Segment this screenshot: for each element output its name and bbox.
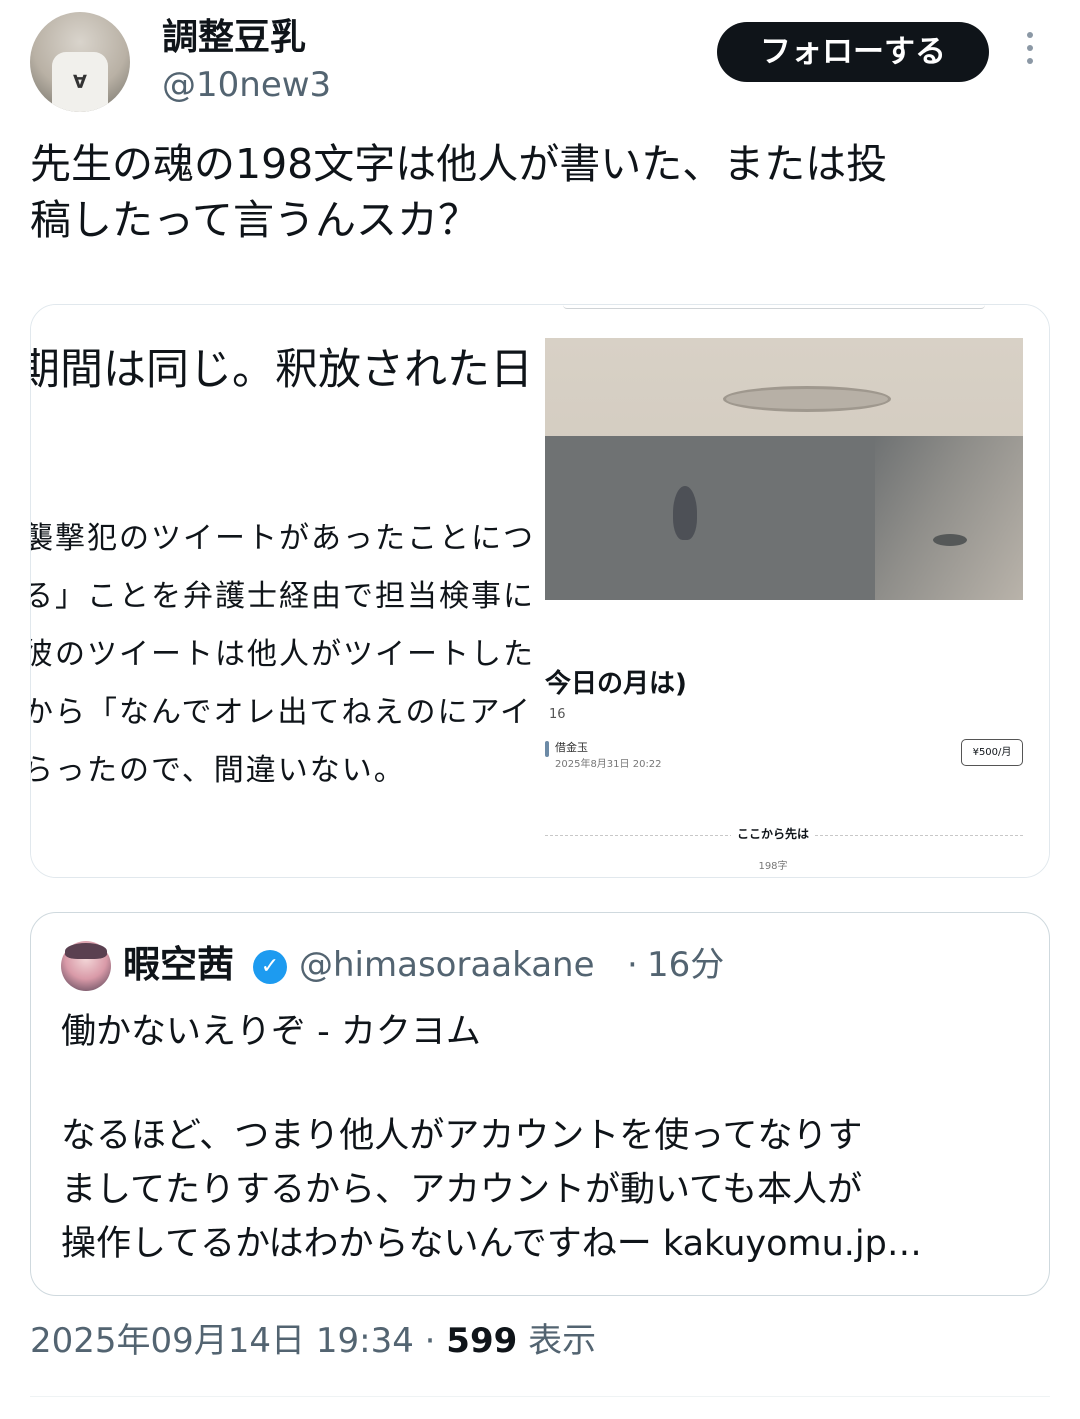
meta-separator: ·: [413, 1321, 447, 1361]
author-handle[interactable]: @10new3: [162, 64, 331, 106]
note-author-name: 借金玉: [555, 741, 588, 754]
bottom-divider: [30, 1396, 1050, 1397]
note-heading: 今日の月は): [545, 669, 687, 699]
article-line: る」ことを弁護士経由で担当検事に: [31, 579, 535, 614]
media-divider: [535, 305, 545, 877]
drain-cover: [933, 534, 967, 546]
note-price-button: ¥500/月: [961, 739, 1023, 766]
note-number: 16: [549, 707, 566, 722]
verified-badge-icon: ✓: [253, 950, 287, 984]
author-avatar[interactable]: ∀: [30, 12, 130, 112]
article-line: らったので、間違いない。: [31, 753, 406, 788]
shadow-edge: [875, 436, 1023, 600]
char-count: 198字: [758, 861, 788, 872]
quoted-display-name: 暇空茜: [123, 943, 234, 986]
follow-button[interactable]: フォローする: [717, 22, 989, 82]
media-grid: 期間は同じ。釈放された日 襲撃犯のツイートがあったことにつ る」ことを弁護士経由…: [30, 304, 1050, 878]
note-date: 2025年8月31日 20:22: [555, 759, 662, 770]
quoted-time: 16分: [647, 945, 725, 985]
avatar-hat: [65, 943, 107, 959]
timestamp[interactable]: 2025年09月14日 19:34: [30, 1321, 414, 1361]
tweet-meta: 2025年09月14日 19:34 · 599 表示: [30, 1316, 596, 1366]
quoted-title: 働かないえりぞ - カクヨム: [61, 1012, 481, 1052]
tweet-text-line: 先生の魂の198文字は他人が書いた、または投: [30, 140, 888, 188]
manhole-cover: [723, 386, 891, 412]
article-line: 彼のツイートは他人がツイートした: [31, 637, 535, 672]
quoted-body-line: ましてたりするから、アカウントが動いても本人が: [61, 1170, 863, 1210]
quoted-body-line: なるほど、つまり他人がアカウントを使ってなりす: [61, 1116, 863, 1156]
quoted-author-avatar: [61, 941, 111, 991]
views-label: 表示: [517, 1321, 597, 1361]
quoted-handle: @himasoraakane: [299, 945, 595, 985]
avatar-mark: ∀: [73, 72, 87, 93]
quoted-tweet[interactable]: 暇空茜 ✓ @himasoraakane · 16分 働かないえりぞ - カクヨ…: [30, 912, 1050, 1296]
media-image-left[interactable]: 期間は同じ。釈放された日 襲撃犯のツイートがあったことにつ る」ことを弁護士経由…: [31, 305, 535, 877]
author-display-name[interactable]: 調整豆乳: [162, 16, 306, 60]
tweet-header: ∀ 調整豆乳 @10new3 フォローする: [30, 12, 1050, 112]
paywall-label: ここから先は: [545, 825, 1001, 842]
street-photo: [545, 338, 1023, 600]
pigeon: [673, 486, 697, 540]
quoted-separator: ·: [627, 945, 638, 985]
media-image-right[interactable]: 今日の月は) 16 借金玉 2025年8月31日 20:22 ¥500/月 ここ…: [545, 305, 1049, 878]
quoted-body-line: 操作してるかはわからないんですねー kakuyomu.jp…: [61, 1224, 922, 1264]
note-author-icon: [545, 741, 549, 757]
paywall-label-text: ここから先は: [730, 827, 815, 841]
card-edge: [563, 305, 985, 309]
article-line: 襲撃犯のツイートがあったことにつ: [31, 521, 535, 556]
tweet-text: 先生の魂の198文字は他人が書いた、または投 稿したって言うんスカ？: [30, 136, 1050, 248]
tweet-text-line: 稿したって言うんスカ？: [30, 196, 479, 244]
card-bottom-line: [545, 877, 1023, 878]
article-line: から「なんでオレ出てねえのにアイツ: [31, 695, 535, 730]
article-heading: 期間は同じ。釈放された日: [31, 345, 533, 395]
more-vertical-icon[interactable]: [1020, 32, 1040, 72]
views-count: 599: [446, 1321, 518, 1361]
